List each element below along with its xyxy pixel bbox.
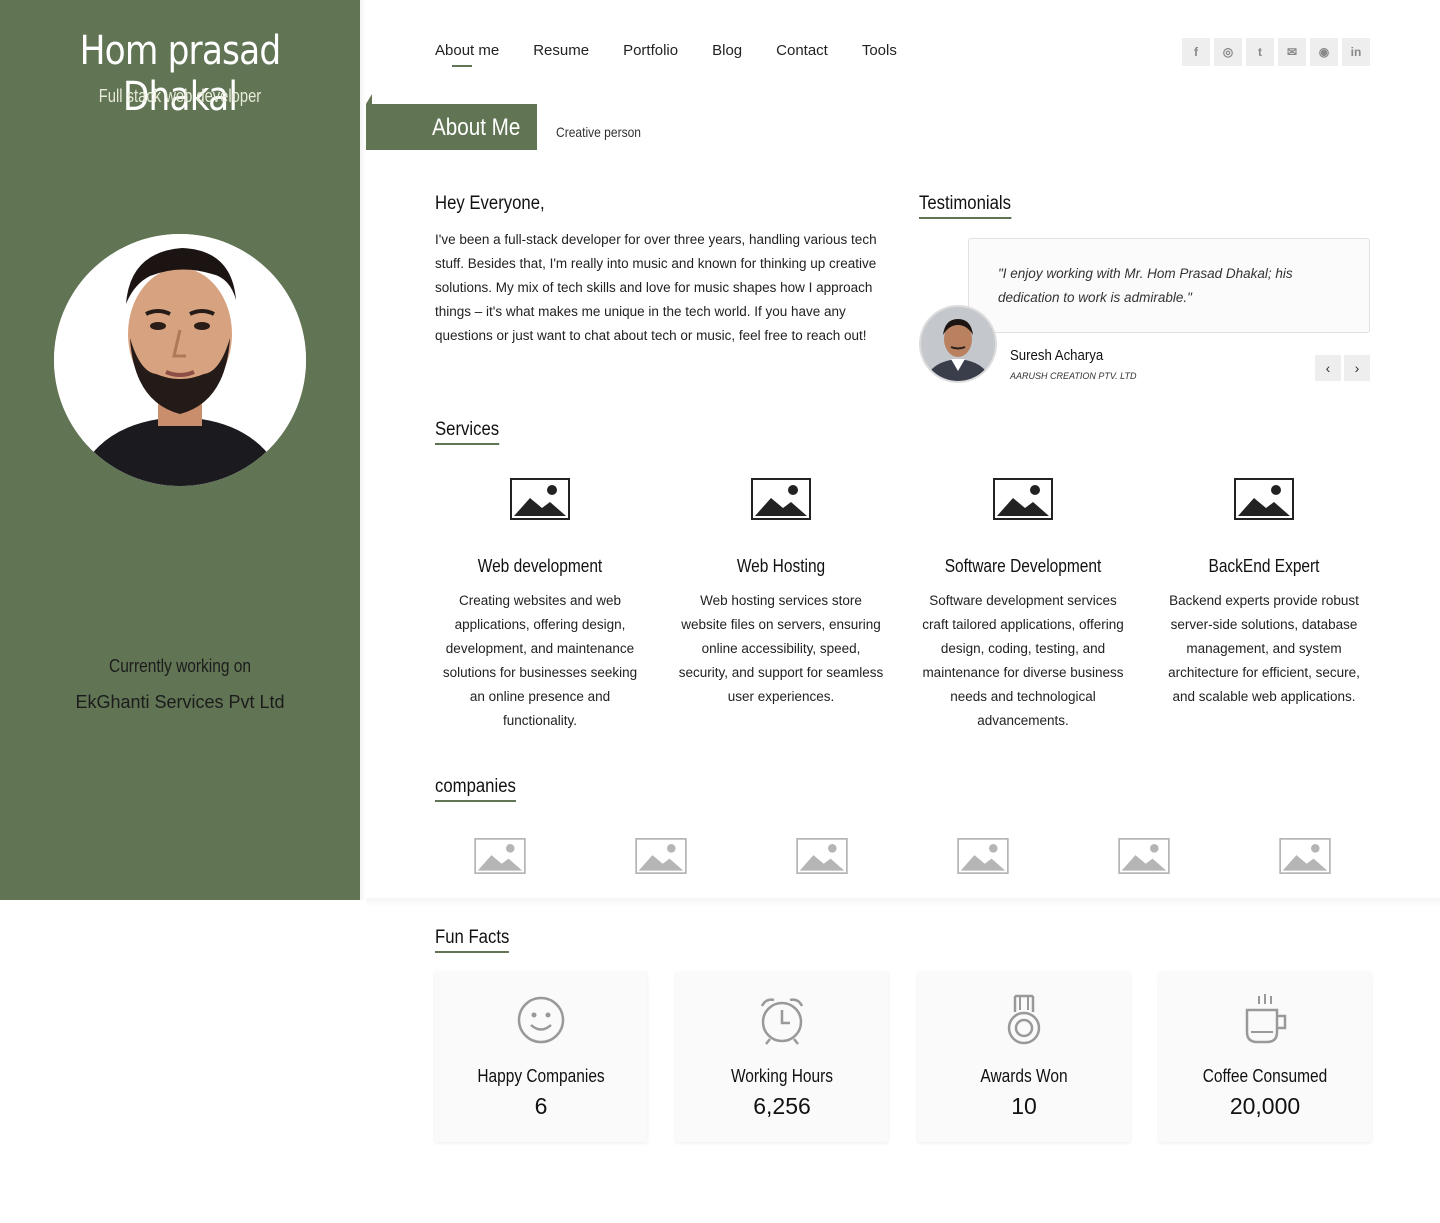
alarm-clock-icon [756,994,808,1046]
funfact-value: 6 [534,1093,548,1119]
funfact-value: 10 [1011,1093,1037,1119]
funfact-card: Awards Won 10 [918,972,1130,1142]
service-title: BackEnd Expert [1208,556,1320,576]
nav-item-about-me[interactable]: About me [435,42,499,67]
company-logo[interactable] [796,838,848,874]
service-card: Software Development Software development… [918,478,1128,733]
intro-text: I've been a full-stack developer for ove… [435,232,877,343]
funfact-label: Coffee Consumed [1202,1066,1328,1086]
funfact-card: Happy Companies 6 [435,972,647,1142]
service-card: BackEnd Expert Backend experts provide ro… [1159,478,1369,709]
image-placeholder-icon [993,478,1053,520]
service-title: Software Development [944,556,1102,576]
funfacts-title: Fun Facts [435,927,510,953]
funfact-label: Happy Companies [477,1066,605,1086]
testimonial-prev-button[interactable]: ‹ [1315,355,1341,381]
company-logo[interactable] [1118,838,1170,874]
email-icon[interactable]: ✉ [1278,38,1306,66]
banner-notch [366,94,372,104]
instagram-icon[interactable]: ◎ [1214,38,1242,66]
chevron-right-icon: › [1354,360,1360,376]
nav-item-portfolio[interactable]: Portfolio [623,42,678,59]
companies-title: companies [435,776,516,802]
chevron-left-icon: ‹ [1325,360,1331,376]
medal-icon [998,994,1050,1046]
service-card: Web Hosting Web hosting services store we… [676,478,886,709]
service-title: Web development [477,556,603,576]
funfact-value: 20,000 [1229,1093,1301,1119]
nav-item-blog[interactable]: Blog [712,42,742,59]
funfact-value: 6,256 [753,1093,811,1119]
linkedin-icon[interactable]: in [1342,38,1370,66]
service-description: Creating websites and web applications, … [442,593,638,728]
image-placeholder-icon [1234,478,1294,520]
main-nav: About me Resume Portfolio Blog Contact Tools [435,42,931,67]
testimonial-next-button[interactable]: › [1344,355,1370,381]
testimonials-title: Testimonials [919,193,1012,219]
github-icon[interactable]: ◉ [1310,38,1338,66]
company-logo[interactable] [1279,838,1331,874]
image-placeholder-icon [751,478,811,520]
service-card: Web development Creating websites and web… [435,478,645,733]
company-logo[interactable] [635,838,687,874]
social-links: f ◎ t ✉ ◉ in [1182,38,1370,66]
company-logo[interactable] [474,838,526,874]
company-logo[interactable] [957,838,1009,874]
intro-heading: Hey Everyone, [435,193,545,214]
testimonial-avatar [919,305,997,383]
section-divider [366,898,1440,908]
nav-item-contact[interactable]: Contact [776,42,828,59]
service-description: Backend experts provide robust server-si… [1168,593,1360,704]
page-title: About Me [432,114,521,141]
funfact-label: Awards Won [980,1066,1068,1086]
service-description: Web hosting services store website files… [678,593,884,704]
smiley-icon [515,994,567,1046]
funfact-label: Working Hours [730,1066,834,1086]
work-label: Currently working on [109,656,251,676]
testimonial-quote: "I enjoy working with Mr. Hom Prasad Dha… [998,266,1293,305]
facebook-icon[interactable]: f [1182,38,1210,66]
image-placeholder-icon [510,478,570,520]
profile-role: Full stack web developer [98,86,262,106]
avatar [54,234,306,486]
testimonial-company: AARUSH CREATION PTV. LTD [1010,371,1137,381]
coffee-cup-icon [1239,994,1291,1046]
testimonial-author: Suresh Acharya [1010,347,1104,364]
service-description: Software development services craft tail… [922,593,1124,728]
services-title: Services [435,419,500,445]
twitter-icon[interactable]: t [1246,38,1274,66]
banner-notch [366,140,372,150]
work-company: EkGhanti Services Pvt Ltd [75,692,285,712]
funfact-card: Coffee Consumed 20,000 [1159,972,1371,1142]
sidebar: Hom prasad Dhakal Full stack web develop… [0,0,360,900]
service-title: Web Hosting [736,556,826,576]
nav-item-tools[interactable]: Tools [862,42,897,59]
funfact-card: Working Hours 6,256 [676,972,888,1142]
page-subtitle: Creative person [556,124,641,140]
nav-item-resume[interactable]: Resume [533,42,589,59]
